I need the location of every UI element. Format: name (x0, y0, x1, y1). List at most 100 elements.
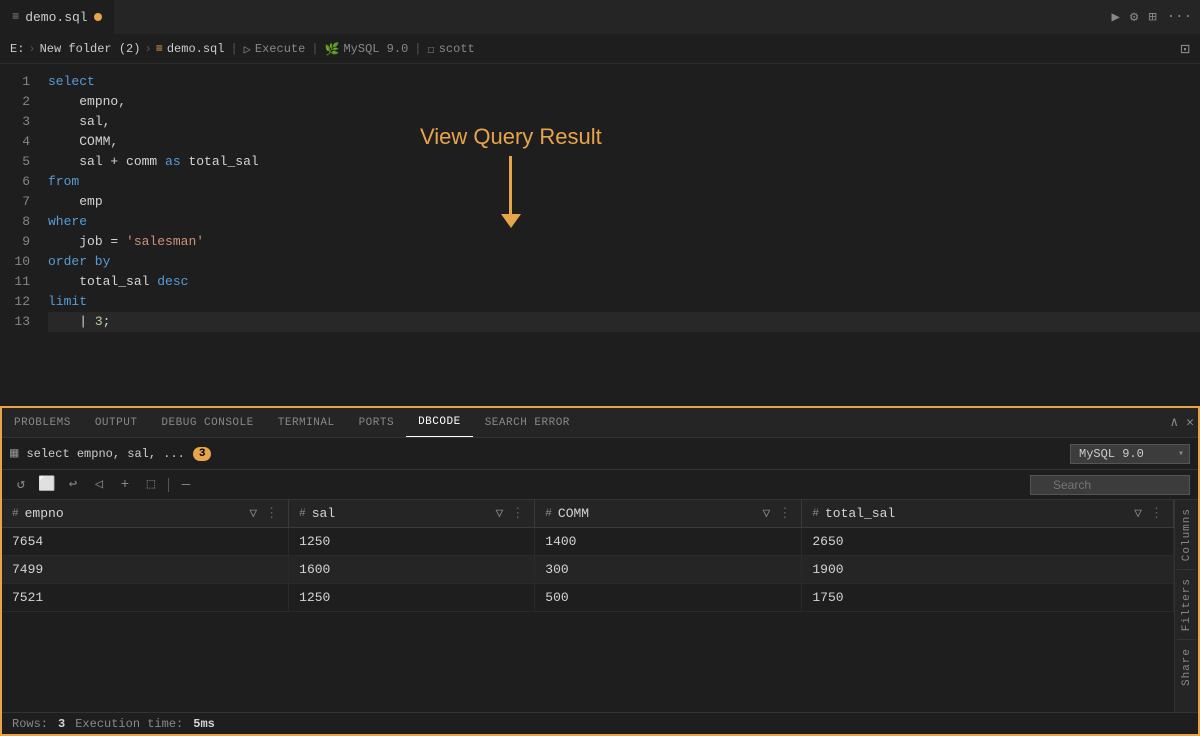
result-table-main: # empno ▽ ⋮ # sal ▽ ⋮ (2, 500, 1174, 712)
table-row: 7499 1600 300 1900 (2, 556, 1174, 584)
panel-collapse-button[interactable]: ∧ (1170, 415, 1178, 430)
toolbar-add[interactable]: + (114, 474, 136, 496)
col-total-sal: # total_sal ▽ ⋮ (802, 500, 1174, 528)
side-panel-columns[interactable]: Columns (1177, 500, 1197, 569)
tab-ports[interactable]: PORTS (347, 408, 407, 437)
cell-comm-1: 1400 (535, 528, 802, 556)
table-row: 7654 1250 1400 2650 (2, 528, 1174, 556)
settings-button[interactable]: ⚙ (1130, 9, 1138, 26)
code-line-2: empno, (48, 92, 1200, 112)
panel-close-button[interactable]: ✕ (1186, 415, 1194, 430)
tab-terminal[interactable]: TERMINAL (266, 408, 347, 437)
panel-tabs-list: PROBLEMS OUTPUT DEBUG CONSOLE TERMINAL P… (2, 408, 582, 437)
breadcrumb-sep-2: › (144, 42, 151, 56)
col-comm-menu[interactable]: ⋮ (778, 506, 791, 521)
cell-total-3: 1750 (802, 584, 1174, 612)
search-wrapper (1030, 475, 1190, 495)
layout-button[interactable]: ⊞ (1148, 9, 1156, 26)
breadcrumb-folder: New folder (2) (40, 42, 141, 56)
execute-label[interactable]: Execute (255, 42, 305, 56)
cell-empno-2: 7499 (2, 556, 289, 584)
breadcrumb-root: E: (10, 42, 24, 56)
toolbar-refresh[interactable]: ↺ (10, 474, 32, 496)
col-comm-filter[interactable]: ▽ (763, 506, 771, 521)
col-total-sal-name: total_sal (825, 506, 895, 521)
toolbar-undo[interactable]: ↩ (62, 474, 84, 496)
query-tab-label[interactable]: select empno, sal, ... (26, 447, 184, 461)
search-input[interactable] (1030, 475, 1190, 495)
user-icon: ☐ (427, 42, 434, 57)
code-line-9: job = 'salesman' (48, 232, 1200, 252)
cell-total-2: 1900 (802, 556, 1174, 584)
toolbar-copy[interactable]: ⬚ (140, 474, 162, 496)
play-icon: ▷ (244, 42, 251, 57)
cell-total-1: 2650 (802, 528, 1174, 556)
code-line-5: sal + comm as total_sal (48, 152, 1200, 172)
more-button[interactable]: ··· (1167, 9, 1192, 25)
run-button[interactable]: ▶ (1111, 9, 1119, 26)
col-sal-filter[interactable]: ▽ (495, 506, 503, 521)
db-version-icon: 🌿 (325, 42, 340, 57)
col-total-sal-filter[interactable]: ▽ (1134, 506, 1142, 521)
col-total-sal-icon: # (812, 508, 819, 520)
code-line-13: | 3; (48, 312, 1200, 332)
cell-comm-3: 500 (535, 584, 802, 612)
breadcrumb-sep-1: › (28, 42, 35, 56)
side-panel: Columns Filters Share (1174, 500, 1198, 712)
breadcrumb-file: demo.sql (167, 42, 225, 56)
editor-tab[interactable]: ≡ demo.sql (0, 0, 114, 34)
toolbar-buttons: ↺ ⬜ ↩ ◁ + ⬚ — (10, 474, 197, 496)
col-empno: # empno ▽ ⋮ (2, 500, 289, 528)
breadcrumb-div-2: | (311, 42, 318, 56)
sql-file-icon: ≡ (12, 10, 19, 24)
code-editor[interactable]: select empno, sal, COMM, sal + comm as t… (40, 64, 1200, 406)
execute-group: ▷ Execute (244, 42, 306, 57)
time-value: 5ms (193, 717, 215, 731)
cell-sal-2: 1600 (289, 556, 535, 584)
query-tab-bar: ▦ select empno, sal, ... 3 MySQL 9.0 MyS… (2, 438, 1198, 470)
breadcrumb: E: › New folder (2) › ≡ demo.sql | ▷ Exe… (0, 35, 1200, 64)
db-version: MySQL 9.0 (343, 42, 408, 56)
cell-empno-1: 7654 (2, 528, 289, 556)
toolbar-stop[interactable]: ⬜ (36, 474, 58, 496)
toolbar-back[interactable]: ◁ (88, 474, 110, 496)
col-comm: # COMM ▽ ⋮ (535, 500, 802, 528)
tab-problems[interactable]: PROBLEMS (2, 408, 83, 437)
code-line-12: limit (48, 292, 1200, 312)
side-panel-share[interactable]: Share (1177, 640, 1197, 694)
code-line-8: where (48, 212, 1200, 232)
breadcrumb-right-icon: ⊡ (1180, 39, 1190, 59)
table-row: 7521 1250 500 1750 (2, 584, 1174, 612)
breadcrumb-div-1: | (230, 42, 237, 56)
tab-search-error[interactable]: SEARCH ERROR (473, 408, 582, 437)
query-tab-icon: ▦ (10, 445, 18, 462)
breadcrumb-path: E: › New folder (2) › ≡ demo.sql | ▷ Exe… (10, 42, 475, 57)
cell-sal-1: 1250 (289, 528, 535, 556)
table-header-row: # empno ▽ ⋮ # sal ▽ ⋮ (2, 500, 1174, 528)
code-line-3: sal, (48, 112, 1200, 132)
col-comm-name: COMM (558, 506, 589, 521)
col-empno-filter[interactable]: ▽ (249, 506, 257, 521)
code-line-7: emp (48, 192, 1200, 212)
tab-output[interactable]: OUTPUT (83, 408, 150, 437)
query-tab-left: ▦ select empno, sal, ... 3 (10, 445, 211, 462)
breadcrumb-sql-icon: ≡ (156, 42, 163, 56)
col-total-sal-menu[interactable]: ⋮ (1150, 506, 1163, 521)
panel-tabs: PROBLEMS OUTPUT DEBUG CONSOLE TERMINAL P… (2, 408, 1198, 438)
col-empno-menu[interactable]: ⋮ (265, 506, 278, 521)
col-sal-icon: # (299, 508, 306, 520)
toolbar-separator (168, 478, 169, 492)
line-numbers: 1 2 3 4 5 6 7 8 9 10 11 12 13 (0, 64, 40, 406)
col-sal-menu[interactable]: ⋮ (511, 506, 524, 521)
tab-debug[interactable]: DEBUG CONSOLE (149, 408, 265, 437)
time-label: Execution time: (75, 717, 183, 731)
code-line-1: select (48, 72, 1200, 92)
col-comm-icon: # (545, 508, 552, 520)
panel-tab-actions: ∧ ✕ (1170, 415, 1194, 430)
tab-dbcode[interactable]: DBCODE (406, 408, 473, 437)
toolbar-minus[interactable]: — (175, 474, 197, 496)
status-bar: Rows: 3 Execution time: 5ms (2, 712, 1198, 734)
cell-sal-3: 1250 (289, 584, 535, 612)
db-selector[interactable]: MySQL 9.0 MySQL 8.0 (1070, 444, 1190, 464)
side-panel-filters[interactable]: Filters (1177, 570, 1197, 639)
